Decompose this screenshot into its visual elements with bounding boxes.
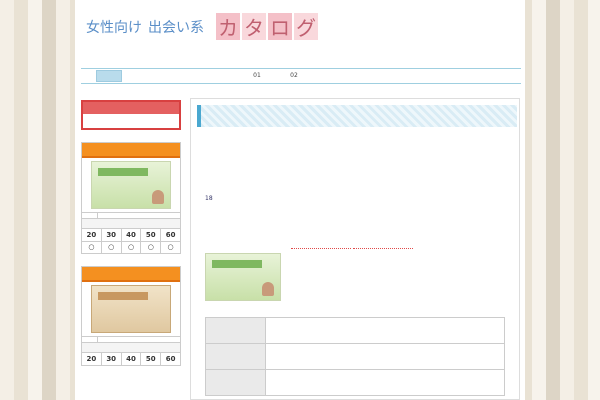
featured-site-description [291, 241, 506, 254]
table-row [205, 317, 505, 344]
main-content: 18 [190, 98, 520, 400]
table-row [205, 343, 505, 370]
site-thumbnail[interactable] [91, 161, 171, 209]
logo-graphic: 女性向け 出会い系 カタログ [86, 13, 322, 40]
age-header [82, 218, 180, 228]
age-marks: ○ ○ ○ ○ ○ [82, 241, 180, 253]
nav-item-2[interactable] [133, 70, 159, 82]
breadcrumb [81, 88, 171, 95]
nav-item-home[interactable] [96, 70, 122, 82]
age-columns: 20 30 40 50 60 [82, 228, 180, 241]
featured-site [205, 237, 510, 301]
site-thumbnail[interactable] [91, 285, 171, 333]
featured-site-thumbnail[interactable] [205, 253, 281, 301]
site-card-title[interactable] [82, 143, 180, 158]
site-card-title[interactable] [82, 267, 180, 282]
special-feature-link[interactable] [83, 114, 179, 128]
nav-item-3[interactable] [170, 70, 196, 82]
site-logo[interactable]: 女性向け 出会い系 カタログ [84, 12, 329, 42]
nav-item-6[interactable]: 02 [281, 70, 307, 82]
site-meta [82, 336, 180, 342]
sidebar: 20 30 40 50 60 ○ ○ ○ ○ ○ 20 30 40 50 60 [81, 100, 181, 366]
highlight-link-1[interactable] [291, 248, 351, 249]
nav-item-5[interactable]: 01 [244, 70, 270, 82]
age-note: 18 [205, 195, 213, 202]
global-nav: 01 02 [81, 68, 521, 84]
highlight-link-2[interactable] [353, 248, 414, 249]
logo-text-1: 女性向け [86, 19, 142, 36]
special-feature-title [83, 102, 179, 114]
age-columns: 20 30 40 50 60 [82, 352, 180, 365]
site-tagline [85, 4, 185, 10]
article-heading [197, 105, 517, 127]
site-meta [82, 212, 180, 218]
special-feature-box [81, 100, 181, 130]
table-row [205, 369, 505, 396]
logo-text-2: 出会い系 [148, 20, 204, 36]
age-header [82, 342, 180, 352]
nav-item-4[interactable] [207, 70, 233, 82]
logo-text-3: カタログ [218, 16, 322, 40]
site-info-table [205, 317, 505, 396]
page: 女性向け 出会い系 カタログ 01 02 20 30 40 50 60 ○ ○ … [75, 0, 525, 400]
site-card: 20 30 40 50 60 [81, 266, 181, 366]
site-card: 20 30 40 50 60 ○ ○ ○ ○ ○ [81, 142, 181, 254]
site-description [85, 49, 515, 57]
